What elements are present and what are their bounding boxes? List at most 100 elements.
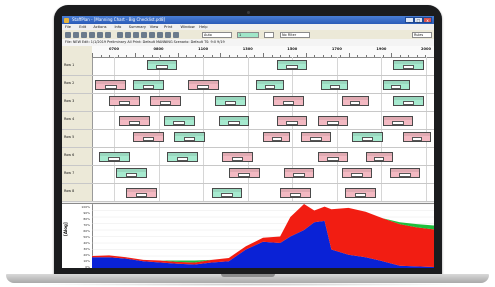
filter-select[interactable]: No Filter [280,31,310,38]
shift-bar[interactable] [392,60,424,70]
y-tick-label: 100% [81,205,90,209]
time-label: 1700 [331,46,342,51]
minimize-button[interactable]: _ [405,17,414,23]
shift-bar-header [99,153,129,156]
shift-bar[interactable] [187,80,219,90]
maximize-button[interactable]: □ [414,17,423,23]
open-icon[interactable] [73,31,79,38]
title-bar: StaffPlan - [Manning Chart - Big Checkli… [62,16,434,24]
shift-bar[interactable] [317,152,349,162]
y-tick-label: 20% [83,253,90,257]
shift-bar-header [212,189,242,192]
close-button[interactable]: x [423,17,432,23]
y-tick-label: 10% [83,259,90,263]
plot-y-axis: [Alog] 100% 90% 80% 70% 60% 50% 40% 30% 20% 10% 0% [62,204,93,268]
shift-bar[interactable] [98,152,130,162]
print-icon[interactable] [89,31,95,38]
cut-icon[interactable] [97,31,103,38]
shift-bar-detail [402,65,415,69]
shift-bar[interactable] [167,152,198,162]
shift-bar-header [216,97,245,100]
shift-bar[interactable] [215,96,246,106]
shift-bar-detail [289,193,302,197]
shift-bar[interactable] [321,80,349,90]
pointer-icon[interactable] [117,31,123,38]
shift-bar[interactable] [317,116,349,126]
shift-bar[interactable] [283,168,315,178]
zoom-out-icon[interactable] [149,31,155,38]
shift-bar[interactable] [228,168,260,178]
shift-bar[interactable] [221,152,253,162]
shift-bar[interactable] [341,96,370,106]
shift-bar[interactable] [403,132,431,142]
edit-icon[interactable] [125,31,131,38]
gantt-row: Row 3 [62,93,434,112]
shift-bar[interactable] [150,96,181,106]
chart-icon[interactable] [157,31,163,38]
shift-bar[interactable] [341,168,373,178]
shift-bar[interactable] [133,132,164,142]
info-text: File: NEW Edit: 1/1/2019 Preliminary All… [65,40,225,44]
shift-bar-detail [310,137,322,141]
shift-bar[interactable] [382,80,411,90]
shift-bar[interactable] [119,116,151,126]
plot-y-title: [Alog] [63,222,68,236]
shift-bar[interactable] [256,80,284,90]
shift-bar[interactable] [382,116,414,126]
value-field[interactable]: 1 [237,31,259,38]
shift-bar[interactable] [300,132,332,142]
shift-bar[interactable] [365,152,393,162]
shift-bar-detail [374,157,385,161]
shift-bar-detail [156,65,168,69]
row-label: Row 1 [64,63,75,67]
shift-bar[interactable] [211,188,243,198]
shift-bar[interactable] [273,96,305,106]
shift-bar[interactable] [218,116,250,126]
shift-bar[interactable] [126,188,157,198]
shift-bar-detail [128,121,141,125]
app-window: StaffPlan - [Manning Chart - Big Checkli… [62,16,434,268]
shift-bar-detail [329,85,340,89]
new-icon[interactable] [65,31,71,38]
save-icon[interactable] [81,31,87,38]
shift-bar[interactable] [174,132,205,142]
rules-button[interactable]: Rules [412,31,432,38]
row-label: Row 6 [64,153,75,157]
shift-bar-header [277,117,307,120]
shift-bar-detail [238,173,250,177]
shift-bar[interactable] [146,60,178,70]
shift-bar[interactable] [389,168,421,178]
select-icon[interactable] [133,31,139,38]
shift-bar[interactable] [392,96,424,106]
shift-bar[interactable] [351,132,383,142]
shift-bar-detail [286,65,298,69]
row-label: Row 3 [64,99,75,103]
shift-bar[interactable] [163,116,195,126]
time-label: 0800 [153,46,164,51]
shift-bar[interactable] [263,132,291,142]
zoom-in-icon[interactable] [141,31,147,38]
shift-bar[interactable] [133,80,164,90]
laptop-base [6,274,489,283]
shift-bar[interactable] [276,60,308,70]
shift-bar[interactable] [345,188,376,198]
shift-bar-header [229,169,259,172]
zoom-select[interactable]: Auto [202,31,232,38]
shift-bar-detail [173,121,185,125]
grid-icon[interactable] [165,31,171,38]
shift-bar[interactable] [276,116,308,126]
dropdown-button[interactable] [264,31,274,38]
shift-bar-header [393,61,423,64]
row-label: Row 7 [64,171,75,175]
gantt-row: Row 8 [62,183,434,202]
help-icon[interactable] [173,31,179,38]
copy-icon[interactable] [105,31,111,38]
shift-bar[interactable] [95,80,127,90]
shift-bar[interactable] [115,168,147,178]
row-label: Row 4 [64,117,75,121]
shift-bar[interactable] [280,188,311,198]
laptop-shadow [30,283,465,286]
shift-bar[interactable] [109,96,140,106]
time-label: 1300 [242,46,253,51]
shift-bar-header [318,117,348,120]
